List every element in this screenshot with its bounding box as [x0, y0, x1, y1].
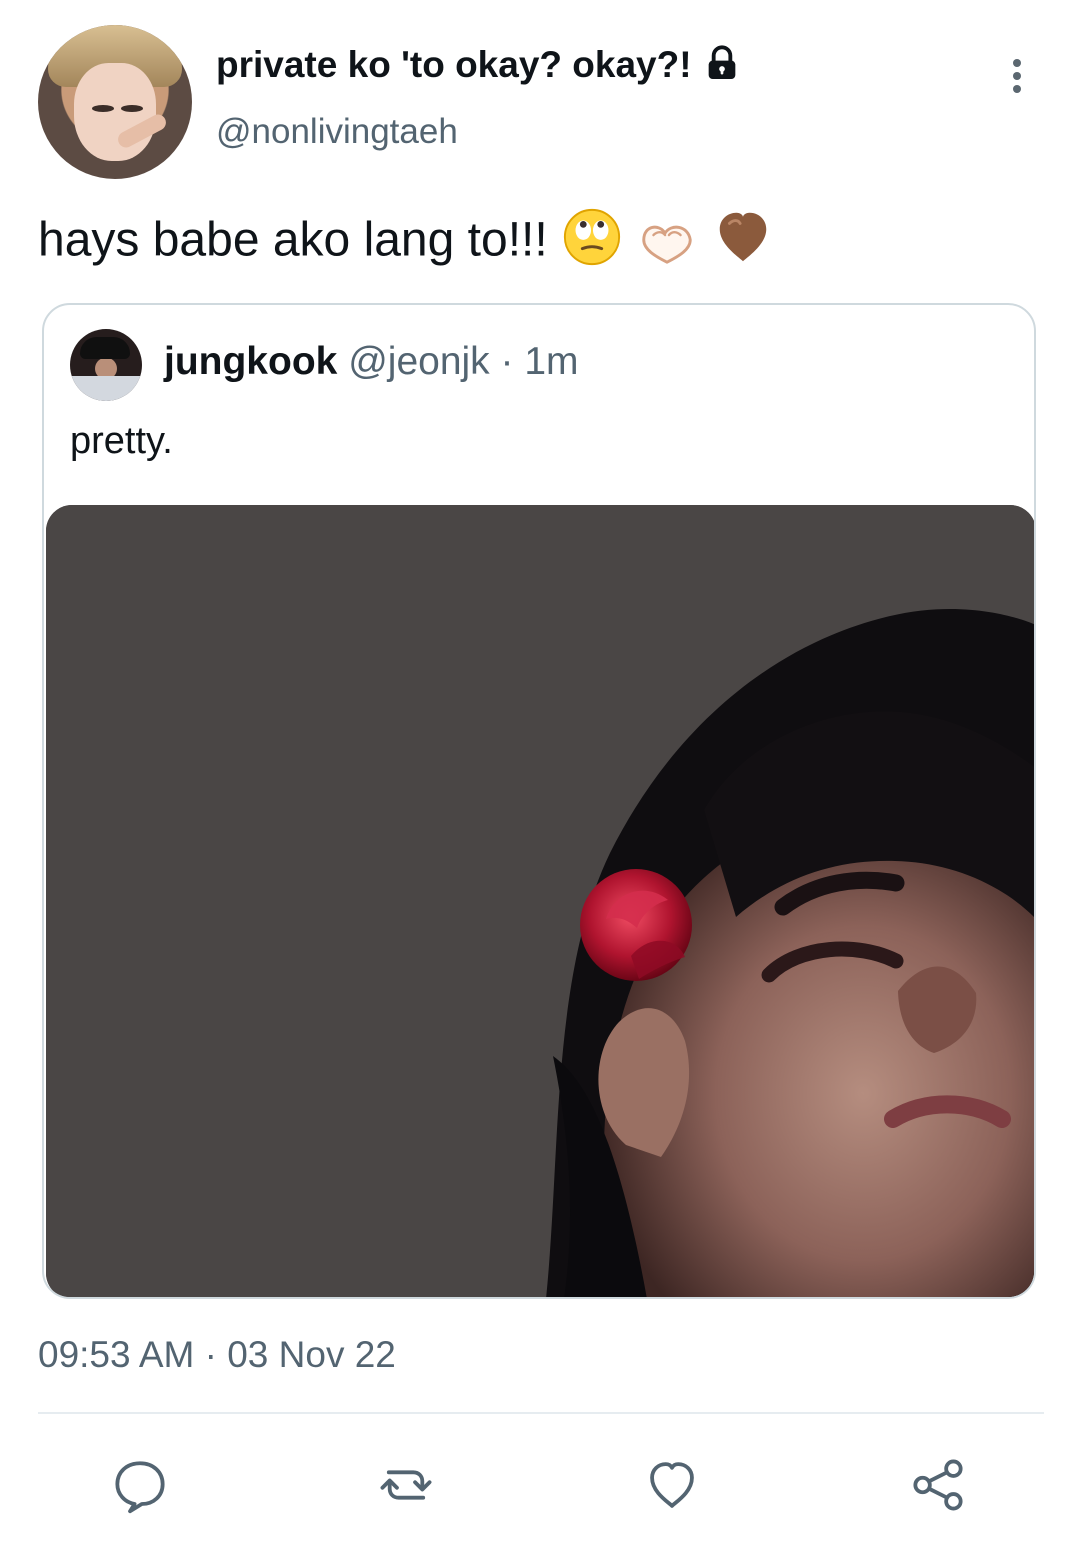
author-handle[interactable]: @nonlivingtaeh — [216, 112, 458, 152]
brown-heart-emoji — [712, 206, 774, 280]
reply-button[interactable] — [110, 1455, 170, 1515]
eye-roll-emoji — [561, 206, 623, 280]
quoted-image[interactable] — [46, 505, 1034, 1297]
more-menu-button[interactable] — [1000, 52, 1034, 100]
more-vertical-icon — [1013, 59, 1021, 93]
quoted-tweet-card[interactable]: jungkook @jeonjk · 1m pretty. — [42, 303, 1036, 1299]
author-name-row: private ko 'to okay? okay?! — [216, 44, 742, 84]
author-display-name[interactable]: private ko 'to okay? okay?! — [216, 46, 692, 83]
quoted-author-handle[interactable]: @jeonjk — [348, 340, 490, 383]
quoted-author-row: jungkook @jeonjk · 1m — [164, 342, 579, 381]
like-icon — [650, 1462, 694, 1508]
quoted-author-avatar[interactable] — [70, 329, 142, 401]
quoted-relative-time: 1m — [524, 340, 579, 383]
quoted-author-name[interactable]: jungkook — [164, 340, 337, 383]
quoted-tweet-text: pretty. — [70, 420, 173, 462]
tweet-timestamp: 09:53 AM · 03 Nov 22 — [38, 1334, 396, 1375]
author-avatar[interactable] — [38, 25, 192, 179]
lock-icon — [702, 44, 742, 84]
quoted-avatar-hat — [80, 337, 130, 359]
share-button[interactable] — [908, 1455, 968, 1515]
avatar-left-eye — [92, 105, 114, 112]
tweet-actions — [0, 1455, 1080, 1515]
share-icon — [913, 1459, 963, 1511]
avatar-face — [74, 63, 156, 161]
reply-icon — [115, 1461, 165, 1514]
action-divider — [38, 1412, 1044, 1414]
meta-separator: · — [489, 340, 525, 383]
tweet-text: hays babe ako lang to!!! — [38, 206, 774, 280]
heart-hands-emoji — [636, 206, 698, 280]
quoted-author-meta: @jeonjk · 1m — [348, 340, 578, 383]
quoted-avatar-coat — [70, 376, 142, 401]
retweet-icon — [380, 1470, 432, 1500]
avatar-right-eye — [121, 105, 143, 112]
like-button[interactable] — [642, 1455, 702, 1515]
retweet-button[interactable] — [376, 1455, 436, 1515]
tweet-text-content: hays babe ako lang to!!! — [38, 213, 548, 267]
